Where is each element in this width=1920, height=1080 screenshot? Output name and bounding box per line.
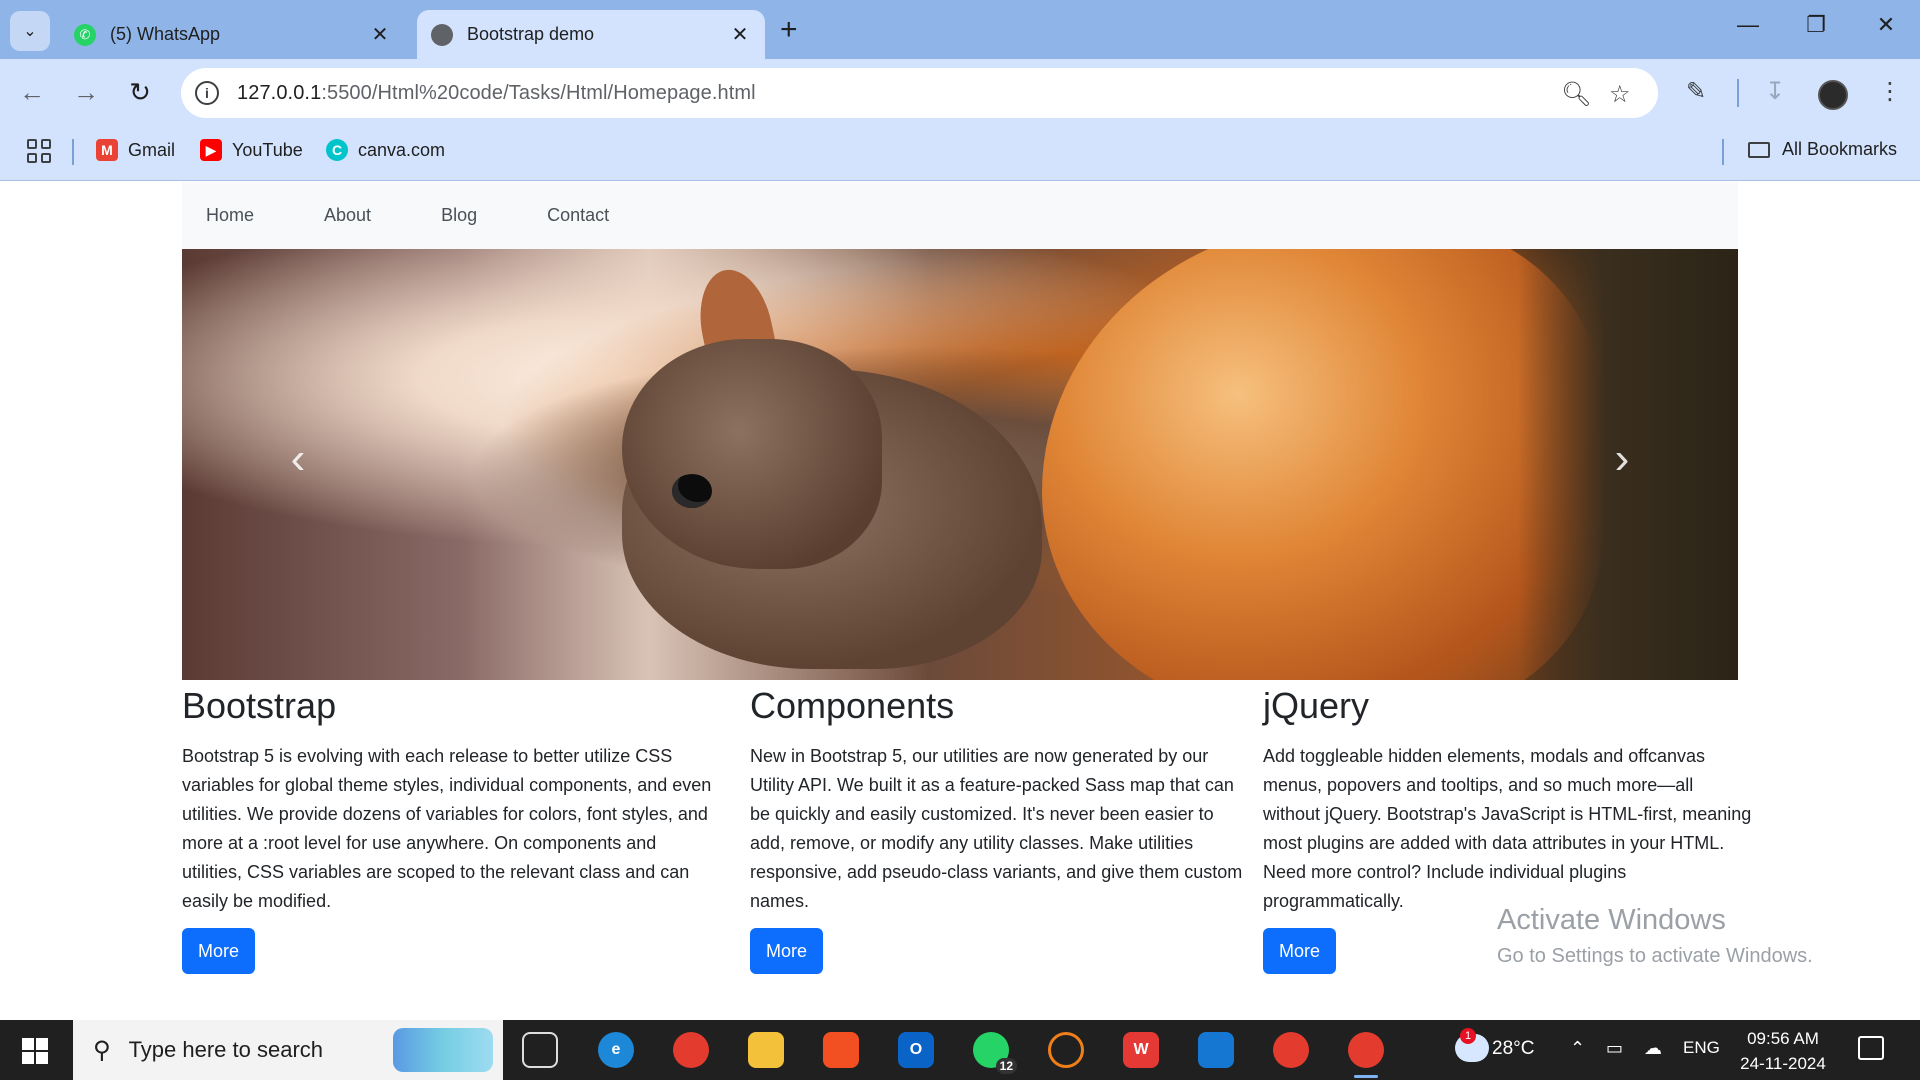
bookmark-label: canva.com (358, 139, 446, 160)
url-host: 127.0.0.1 (237, 81, 322, 104)
column-heading: Bootstrap (182, 685, 337, 726)
url-path: :5500/Html%20code/Tasks/Html/Homepage.ht… (321, 81, 756, 104)
folder-icon (1748, 141, 1770, 158)
chrome-profile-icon[interactable] (1273, 1032, 1309, 1068)
all-bookmarks-button[interactable]: All Bookmarks (1748, 139, 1897, 160)
close-icon[interactable]: ✕ (369, 22, 391, 47)
browser-toolbar: ← → ↻ i 127.0.0.1:5500/Html%20code/Tasks… (0, 59, 1920, 125)
more-button[interactable]: More (182, 928, 256, 974)
youtube-icon: ▶ (200, 139, 222, 161)
all-bookmarks-label: All Bookmarks (1782, 139, 1898, 159)
bookmarks-divider (1722, 139, 1724, 165)
close-icon[interactable]: ✕ (729, 22, 751, 47)
toolbar-divider (1737, 79, 1739, 107)
address-bar[interactable]: i 127.0.0.1:5500/Html%20code/Tasks/Html/… (181, 68, 1658, 118)
carousel-next-icon[interactable]: › (1592, 409, 1652, 509)
back-icon[interactable]: ← (14, 74, 50, 110)
apps-grid-icon[interactable] (27, 139, 51, 163)
bookmarks-bar: M Gmail ▶ YouTube C canva.com All Bookma… (0, 125, 1920, 181)
weather-badge: 1 (1460, 1028, 1476, 1044)
windows-taskbar: ⚲ Type here to search e O 12 W 1 28°C ⌃ … (0, 1020, 1920, 1080)
nav-contact[interactable]: Contact (547, 205, 609, 226)
site-navbar: Home About Blog Contact (182, 182, 1738, 249)
activate-windows-watermark: Activate Windows Go to Settings to activ… (1497, 904, 1813, 968)
hero-carousel: ‹ › (182, 249, 1738, 680)
restore-icon[interactable]: ❐ (1796, 12, 1836, 38)
bookmark-label: YouTube (232, 139, 303, 160)
nav-home[interactable]: Home (206, 205, 254, 226)
tab-whatsapp[interactable]: ✆ (5) WhatsApp ✕ (60, 10, 405, 59)
forward-icon[interactable]: → (68, 74, 104, 110)
taskbar-search-box[interactable]: ⚲ Type here to search (73, 1020, 503, 1080)
network-icon[interactable]: ☁ (1644, 1038, 1662, 1059)
search-icon: ⚲ (93, 1036, 111, 1064)
edge-icon[interactable]: e (598, 1032, 634, 1068)
tab-title: Bootstrap demo (467, 24, 595, 44)
chrome-active-icon[interactable] (1348, 1032, 1384, 1078)
extensions-icon[interactable]: ✎ (1686, 77, 1706, 106)
windows-start-icon[interactable] (22, 1038, 48, 1064)
bookmark-label: Gmail (128, 139, 176, 160)
watermark-title: Activate Windows (1497, 904, 1726, 936)
column-text: Add toggleable hidden elements, modals a… (1263, 746, 1752, 911)
chrome-icon[interactable] (673, 1032, 709, 1068)
whatsapp-icon: ✆ (74, 23, 96, 46)
chevron-down-icon: ⌄ (23, 23, 37, 40)
tab-title: (5) WhatsApp (110, 24, 221, 44)
column-heading: jQuery (1263, 685, 1370, 726)
bookmarks-divider (72, 139, 74, 165)
column-text: Bootstrap 5 is evolving with each releas… (182, 746, 712, 911)
tab-search-button[interactable]: ⌄ (10, 11, 50, 51)
watermark-subtitle: Go to Settings to activate Windows. (1497, 945, 1813, 967)
whatsapp-taskbar-icon[interactable]: 12 (973, 1032, 1017, 1074)
clock-time: 09:56 AM (1747, 1029, 1819, 1048)
gmail-icon: M (96, 139, 118, 161)
menu-icon[interactable]: ⋮ (1878, 77, 1902, 106)
column-text: New in Bootstrap 5, our utilities are no… (750, 746, 1243, 911)
feature-column-components: Components New in Bootstrap 5, our utili… (750, 682, 1246, 916)
search-highlight-image (393, 1028, 493, 1072)
task-view-icon[interactable] (522, 1032, 558, 1068)
feature-column-jquery: jQuery Add toggleable hidden elements, m… (1263, 682, 1753, 916)
bookmark-canva[interactable]: C canva.com (326, 139, 445, 161)
bookmark-youtube[interactable]: ▶ YouTube (200, 139, 303, 161)
bookmark-star-icon[interactable]: ☆ (1609, 80, 1631, 109)
carousel-prev-icon[interactable]: ‹ (268, 409, 328, 509)
app-ring-icon[interactable] (1048, 1032, 1084, 1068)
reload-icon[interactable]: ↻ (122, 74, 158, 110)
minimize-icon[interactable]: — (1728, 12, 1768, 38)
bookmark-gmail[interactable]: M Gmail (96, 139, 175, 161)
vscode-icon[interactable] (1198, 1032, 1234, 1068)
nav-blog[interactable]: Blog (441, 205, 477, 226)
browser-tab-strip: ⌄ ✆ (5) WhatsApp ✕ Bootstrap demo ✕ + — … (0, 0, 1920, 59)
more-button[interactable]: More (1263, 928, 1337, 974)
feature-column-bootstrap: Bootstrap Bootstrap 5 is evolving with e… (182, 682, 712, 916)
globe-icon (431, 23, 453, 46)
close-window-icon[interactable]: ✕ (1866, 12, 1906, 38)
microsoft-store-icon[interactable] (823, 1032, 859, 1068)
chevron-up-icon[interactable]: ⌃ (1570, 1038, 1585, 1059)
profile-avatar[interactable] (1818, 80, 1848, 110)
new-tab-button[interactable]: + (780, 14, 798, 46)
site-info-icon[interactable]: i (195, 81, 219, 105)
more-button[interactable]: More (750, 928, 824, 974)
file-explorer-icon[interactable] (748, 1032, 784, 1068)
clock[interactable]: 09:56 AM 24-11-2024 (1728, 1026, 1838, 1076)
wps-office-icon[interactable]: W (1123, 1032, 1159, 1068)
tab-bootstrap-demo[interactable]: Bootstrap demo ✕ (417, 10, 765, 59)
temperature[interactable]: 28°C (1492, 1038, 1534, 1060)
search-placeholder: Type here to search (128, 1037, 324, 1062)
notification-icon[interactable] (1858, 1036, 1884, 1060)
battery-icon[interactable]: ▭ (1606, 1038, 1623, 1059)
url-text: 127.0.0.1:5500/Html%20code/Tasks/Html/Ho… (237, 82, 756, 105)
nav-about[interactable]: About (324, 205, 371, 226)
column-heading: Components (750, 685, 955, 726)
clock-date: 24-11-2024 (1740, 1054, 1826, 1073)
zoom-icon[interactable]: 🔍︎ (1561, 80, 1591, 109)
whatsapp-badge: 12 (995, 1058, 1017, 1074)
download-icon[interactable]: ↧ (1765, 77, 1785, 106)
canva-icon: C (326, 139, 348, 161)
outlook-icon[interactable]: O (898, 1032, 934, 1068)
language-indicator[interactable]: ENG (1683, 1038, 1720, 1058)
